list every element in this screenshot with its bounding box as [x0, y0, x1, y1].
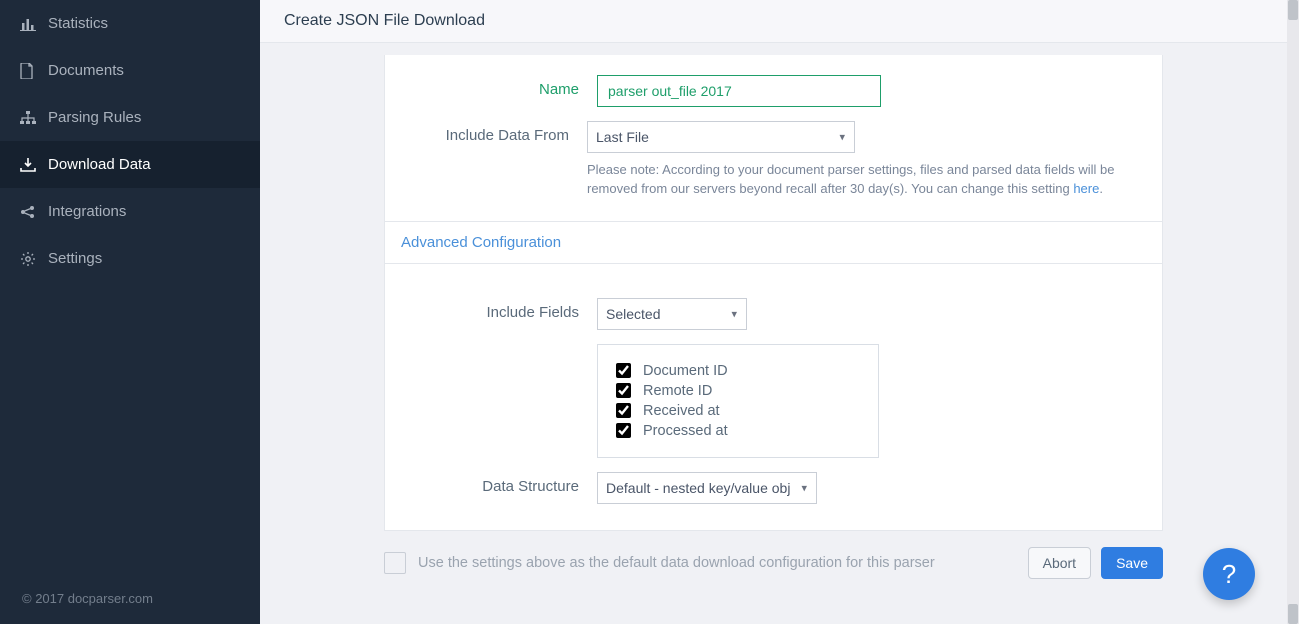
sidebar-label: Statistics	[48, 15, 108, 32]
field-selection-box: Document ID Remote ID Received at P	[597, 344, 879, 458]
document-icon	[20, 63, 42, 79]
field-document-id[interactable]: Document ID	[616, 363, 860, 379]
default-config-checkbox[interactable]	[384, 552, 406, 574]
field-received-at-checkbox[interactable]	[616, 403, 631, 418]
sidebar-label: Download Data	[48, 156, 151, 173]
sidebar-item-download-data[interactable]: Download Data	[0, 141, 260, 188]
sidebar-item-settings[interactable]: Settings	[0, 235, 260, 282]
scrollbar-track[interactable]	[1287, 0, 1299, 624]
gear-icon	[20, 251, 42, 267]
advanced-config-link[interactable]: Advanced Configuration	[401, 234, 561, 251]
download-icon	[20, 158, 42, 172]
form-footer: Use the settings above as the default da…	[384, 547, 1163, 579]
abort-button[interactable]: Abort	[1028, 547, 1091, 579]
sidebar-item-statistics[interactable]: Statistics	[0, 0, 260, 47]
sidebar-item-integrations[interactable]: Integrations	[0, 188, 260, 235]
default-config-label: Use the settings above as the default da…	[418, 555, 1028, 571]
share-icon	[20, 205, 42, 219]
field-remote-id-checkbox[interactable]	[616, 383, 631, 398]
advanced-config-header[interactable]: Advanced Configuration	[384, 221, 1163, 264]
sidebar-label: Integrations	[48, 203, 126, 220]
sidebar: Statistics Documents Parsing Rules Downl…	[0, 0, 260, 624]
sidebar-item-documents[interactable]: Documents	[0, 47, 260, 94]
save-button[interactable]: Save	[1101, 547, 1163, 579]
sidebar-label: Parsing Rules	[48, 109, 141, 126]
include-fields-select[interactable]: Selected	[597, 298, 747, 330]
help-fab[interactable]: ?	[1203, 548, 1255, 600]
page-title: Create JSON File Download	[260, 0, 1287, 43]
data-structure-label: Data Structure	[405, 472, 597, 495]
include-from-select[interactable]: Last File	[587, 121, 855, 153]
field-remote-id[interactable]: Remote ID	[616, 383, 860, 399]
field-received-at[interactable]: Received at	[616, 403, 860, 419]
sidebar-item-parsing-rules[interactable]: Parsing Rules	[0, 94, 260, 141]
field-processed-at[interactable]: Processed at	[616, 423, 860, 439]
scrollbar-up[interactable]	[1288, 0, 1298, 20]
retention-link[interactable]: here	[1073, 181, 1099, 196]
sidebar-label: Documents	[48, 62, 124, 79]
include-from-label: Include Data From	[405, 121, 587, 144]
basic-config-panel: Name Include Data From Last File Please …	[384, 55, 1163, 221]
sitemap-icon	[20, 111, 42, 125]
data-structure-select[interactable]: Default - nested key/value obj	[597, 472, 817, 504]
name-label: Name	[405, 75, 597, 98]
bar-chart-icon	[20, 17, 42, 31]
retention-note: Please note: According to your document …	[587, 161, 1142, 199]
name-input[interactable]	[597, 75, 881, 107]
include-fields-label: Include Fields	[405, 298, 597, 321]
scrollbar-down[interactable]	[1288, 604, 1298, 624]
field-processed-at-checkbox[interactable]	[616, 423, 631, 438]
sidebar-label: Settings	[48, 250, 102, 267]
field-document-id-checkbox[interactable]	[616, 363, 631, 378]
content-area: Create JSON File Download Name Include D…	[260, 0, 1287, 624]
sidebar-footer: © 2017 docparser.com	[22, 591, 153, 606]
advanced-config-panel: Include Fields Selected Document I	[384, 264, 1163, 531]
